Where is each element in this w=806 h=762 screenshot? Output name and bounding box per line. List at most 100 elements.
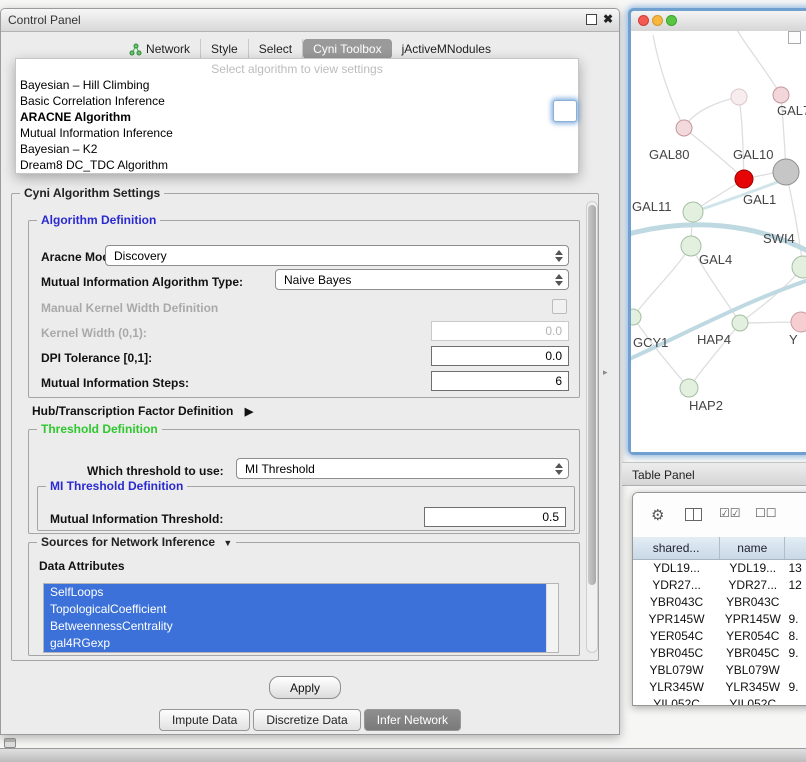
mi-threshold-group: MI Threshold Definition Mutual Informati… [37, 486, 575, 531]
attribute-item-selected[interactable]: SelfLoops [44, 584, 547, 601]
table-row[interactable]: YBL079WYBL079W [633, 661, 806, 678]
mi-steps-input[interactable]: 6 [431, 371, 569, 391]
table-row[interactable]: YBR043CYBR043C [633, 593, 806, 610]
network-node[interactable] [731, 89, 747, 105]
zoom-traffic-light[interactable] [666, 15, 677, 26]
network-node-gal1[interactable] [683, 202, 703, 222]
tab-impute-data[interactable]: Impute Data [159, 709, 250, 731]
list-scrollbar[interactable] [546, 584, 558, 652]
threshold-definition-title: Threshold Definition [37, 422, 162, 436]
apply-button[interactable]: Apply [269, 676, 341, 699]
network-node-hap4[interactable] [732, 315, 748, 331]
dropdown-item[interactable]: Bayesian – Hill Climbing [16, 77, 578, 93]
settings-scrollbar[interactable] [586, 201, 598, 653]
mi-type-label: Mutual Information Algorithm Type: [41, 275, 243, 289]
tab-select-label: Select [259, 42, 292, 56]
hub-section-label: Hub/Transcription Factor Definition [32, 404, 233, 418]
dropdown-item[interactable]: Dream8 DC_TDC Algorithm [16, 157, 578, 173]
network-node-gcy1[interactable] [631, 309, 641, 325]
window-title: Control Panel [8, 13, 81, 27]
sources-title[interactable]: Sources for Network Inference ▼ [37, 535, 236, 549]
which-threshold-label: Which threshold to use: [87, 464, 224, 478]
table-row[interactable]: YDR27...YDR27...12 [633, 576, 806, 593]
dropdown-placeholder[interactable]: Select algorithm to view settings [16, 61, 578, 77]
collapsed-arrow-icon: ▶ [245, 406, 253, 418]
scrollbar-thumb[interactable] [588, 205, 596, 585]
mi-threshold-group-title: MI Threshold Definition [46, 479, 187, 493]
table-row[interactable]: YER054CYER054C8. [633, 627, 806, 644]
tab-cyni-toolbox[interactable]: Cyni Toolbox [303, 39, 391, 59]
network-window-titlebar[interactable] [631, 11, 806, 32]
sources-title-label: Sources for Network Inference [41, 535, 215, 549]
algorithm-definition-group: Algorithm Definition Aracne Mode: Discov… [28, 220, 580, 398]
network-canvas[interactable]: GAL7 GAL80 GAL10 GAL11 GAL1 SWI4 GAL4 GC… [631, 31, 806, 452]
mi-threshold-label: Mutual Information Threshold: [50, 512, 223, 526]
deselect-all-icon[interactable]: ☐☐ [755, 506, 777, 520]
tab-select[interactable]: Select [249, 39, 303, 59]
tab-style[interactable]: Style [201, 39, 249, 59]
select-all-icon[interactable]: ☑☑ [719, 506, 741, 520]
tab-discretize-data[interactable]: Discretize Data [253, 709, 360, 731]
dropdown-item[interactable]: Bayesian – K2 [16, 141, 578, 157]
node-label: Y [789, 332, 798, 347]
cell [785, 661, 806, 678]
network-node-gal7[interactable] [773, 87, 789, 103]
kernel-width-label: Kernel Width (0,1): [41, 326, 147, 340]
tab-infer-network[interactable]: Infer Network [364, 709, 461, 731]
tab-jactivemnodules[interactable]: jActiveMNodules [392, 39, 501, 59]
column-header-shared-name[interactable]: shared... [633, 537, 720, 559]
table-row[interactable]: YLR345WYLR345W9. [633, 678, 806, 695]
aracne-mode-select[interactable]: Discovery [105, 245, 569, 266]
dropdown-item[interactable]: Basic Correlation Inference [16, 93, 578, 109]
tab-network[interactable]: Network [119, 39, 201, 59]
dropdown-item[interactable]: Mutual Information Inference [16, 125, 578, 141]
panel-splitter-arrow[interactable]: ▸ [603, 367, 608, 378]
which-threshold-select[interactable]: MI Threshold [236, 458, 569, 479]
attribute-item-selected[interactable]: TopologicalCoefficient [44, 601, 547, 618]
network-node-hap2[interactable] [680, 379, 698, 397]
focused-search-button[interactable] [553, 100, 577, 122]
node-label: HAP4 [697, 332, 731, 347]
attribute-item-selected[interactable]: BetweennessCentrality [44, 618, 547, 635]
control-panel-titlebar[interactable]: Control Panel ✖ [1, 9, 619, 32]
network-node-gal4[interactable] [681, 236, 701, 256]
cell: YDL19... [720, 559, 785, 576]
minimize-traffic-light[interactable] [652, 15, 663, 26]
dropdown-item-selected[interactable]: ARACNE Algorithm [16, 109, 578, 125]
node-label: GAL80 [649, 147, 689, 162]
network-node-selected-red[interactable] [735, 170, 753, 188]
birdseye-toggle[interactable] [788, 31, 801, 44]
column-header-name[interactable]: name [720, 537, 785, 559]
table-row[interactable]: YIL052CYIL052C [633, 695, 806, 706]
data-attributes-label: Data Attributes [39, 559, 125, 573]
manual-kernel-checkbox[interactable] [552, 299, 567, 314]
table-row[interactable]: YPR145WYPR145W9. [633, 610, 806, 627]
dpi-tolerance-input[interactable]: 0.0 [431, 346, 569, 366]
network-node-gal80[interactable] [676, 120, 692, 136]
attribute-item-selected[interactable]: gal4RGexp [44, 635, 547, 652]
network-node[interactable] [792, 256, 806, 278]
float-window-icon[interactable] [586, 14, 597, 25]
settings-gear-icon[interactable]: ⚙ [651, 506, 664, 524]
network-node-pink[interactable] [791, 312, 806, 332]
dock-panel-icon[interactable] [4, 738, 16, 748]
cell: YPR145W [633, 610, 720, 627]
attribute-list[interactable]: SelfLoops TopologicalCoefficient Between… [43, 583, 559, 653]
cyni-settings-group: Cyni Algorithm Settings Algorithm Defini… [11, 193, 599, 661]
cell: 9. [785, 644, 806, 661]
mi-type-select[interactable]: Naive Bayes [275, 269, 569, 290]
table-row[interactable]: YDL19...YDL19...13 [633, 559, 806, 576]
table-row[interactable]: YBR045CYBR045C9. [633, 644, 806, 661]
column-header-extra[interactable] [785, 537, 806, 559]
kernel-width-input[interactable]: 0.0 [431, 321, 569, 341]
close-icon[interactable]: ✖ [603, 13, 613, 25]
table-panel-header[interactable]: Table Panel [622, 462, 806, 486]
node-label: SWI4 [763, 231, 795, 246]
stepper-arrows-icon [555, 250, 563, 262]
close-traffic-light[interactable] [638, 15, 649, 26]
network-node-gray[interactable] [773, 159, 799, 185]
mi-threshold-input[interactable]: 0.5 [424, 507, 566, 527]
hub-section-toggle[interactable]: Hub/Transcription Factor Definition ▶ [32, 404, 253, 418]
tab-jactivemnodules-label: jActiveMNodules [402, 42, 491, 56]
column-layout-icon[interactable] [685, 508, 702, 521]
